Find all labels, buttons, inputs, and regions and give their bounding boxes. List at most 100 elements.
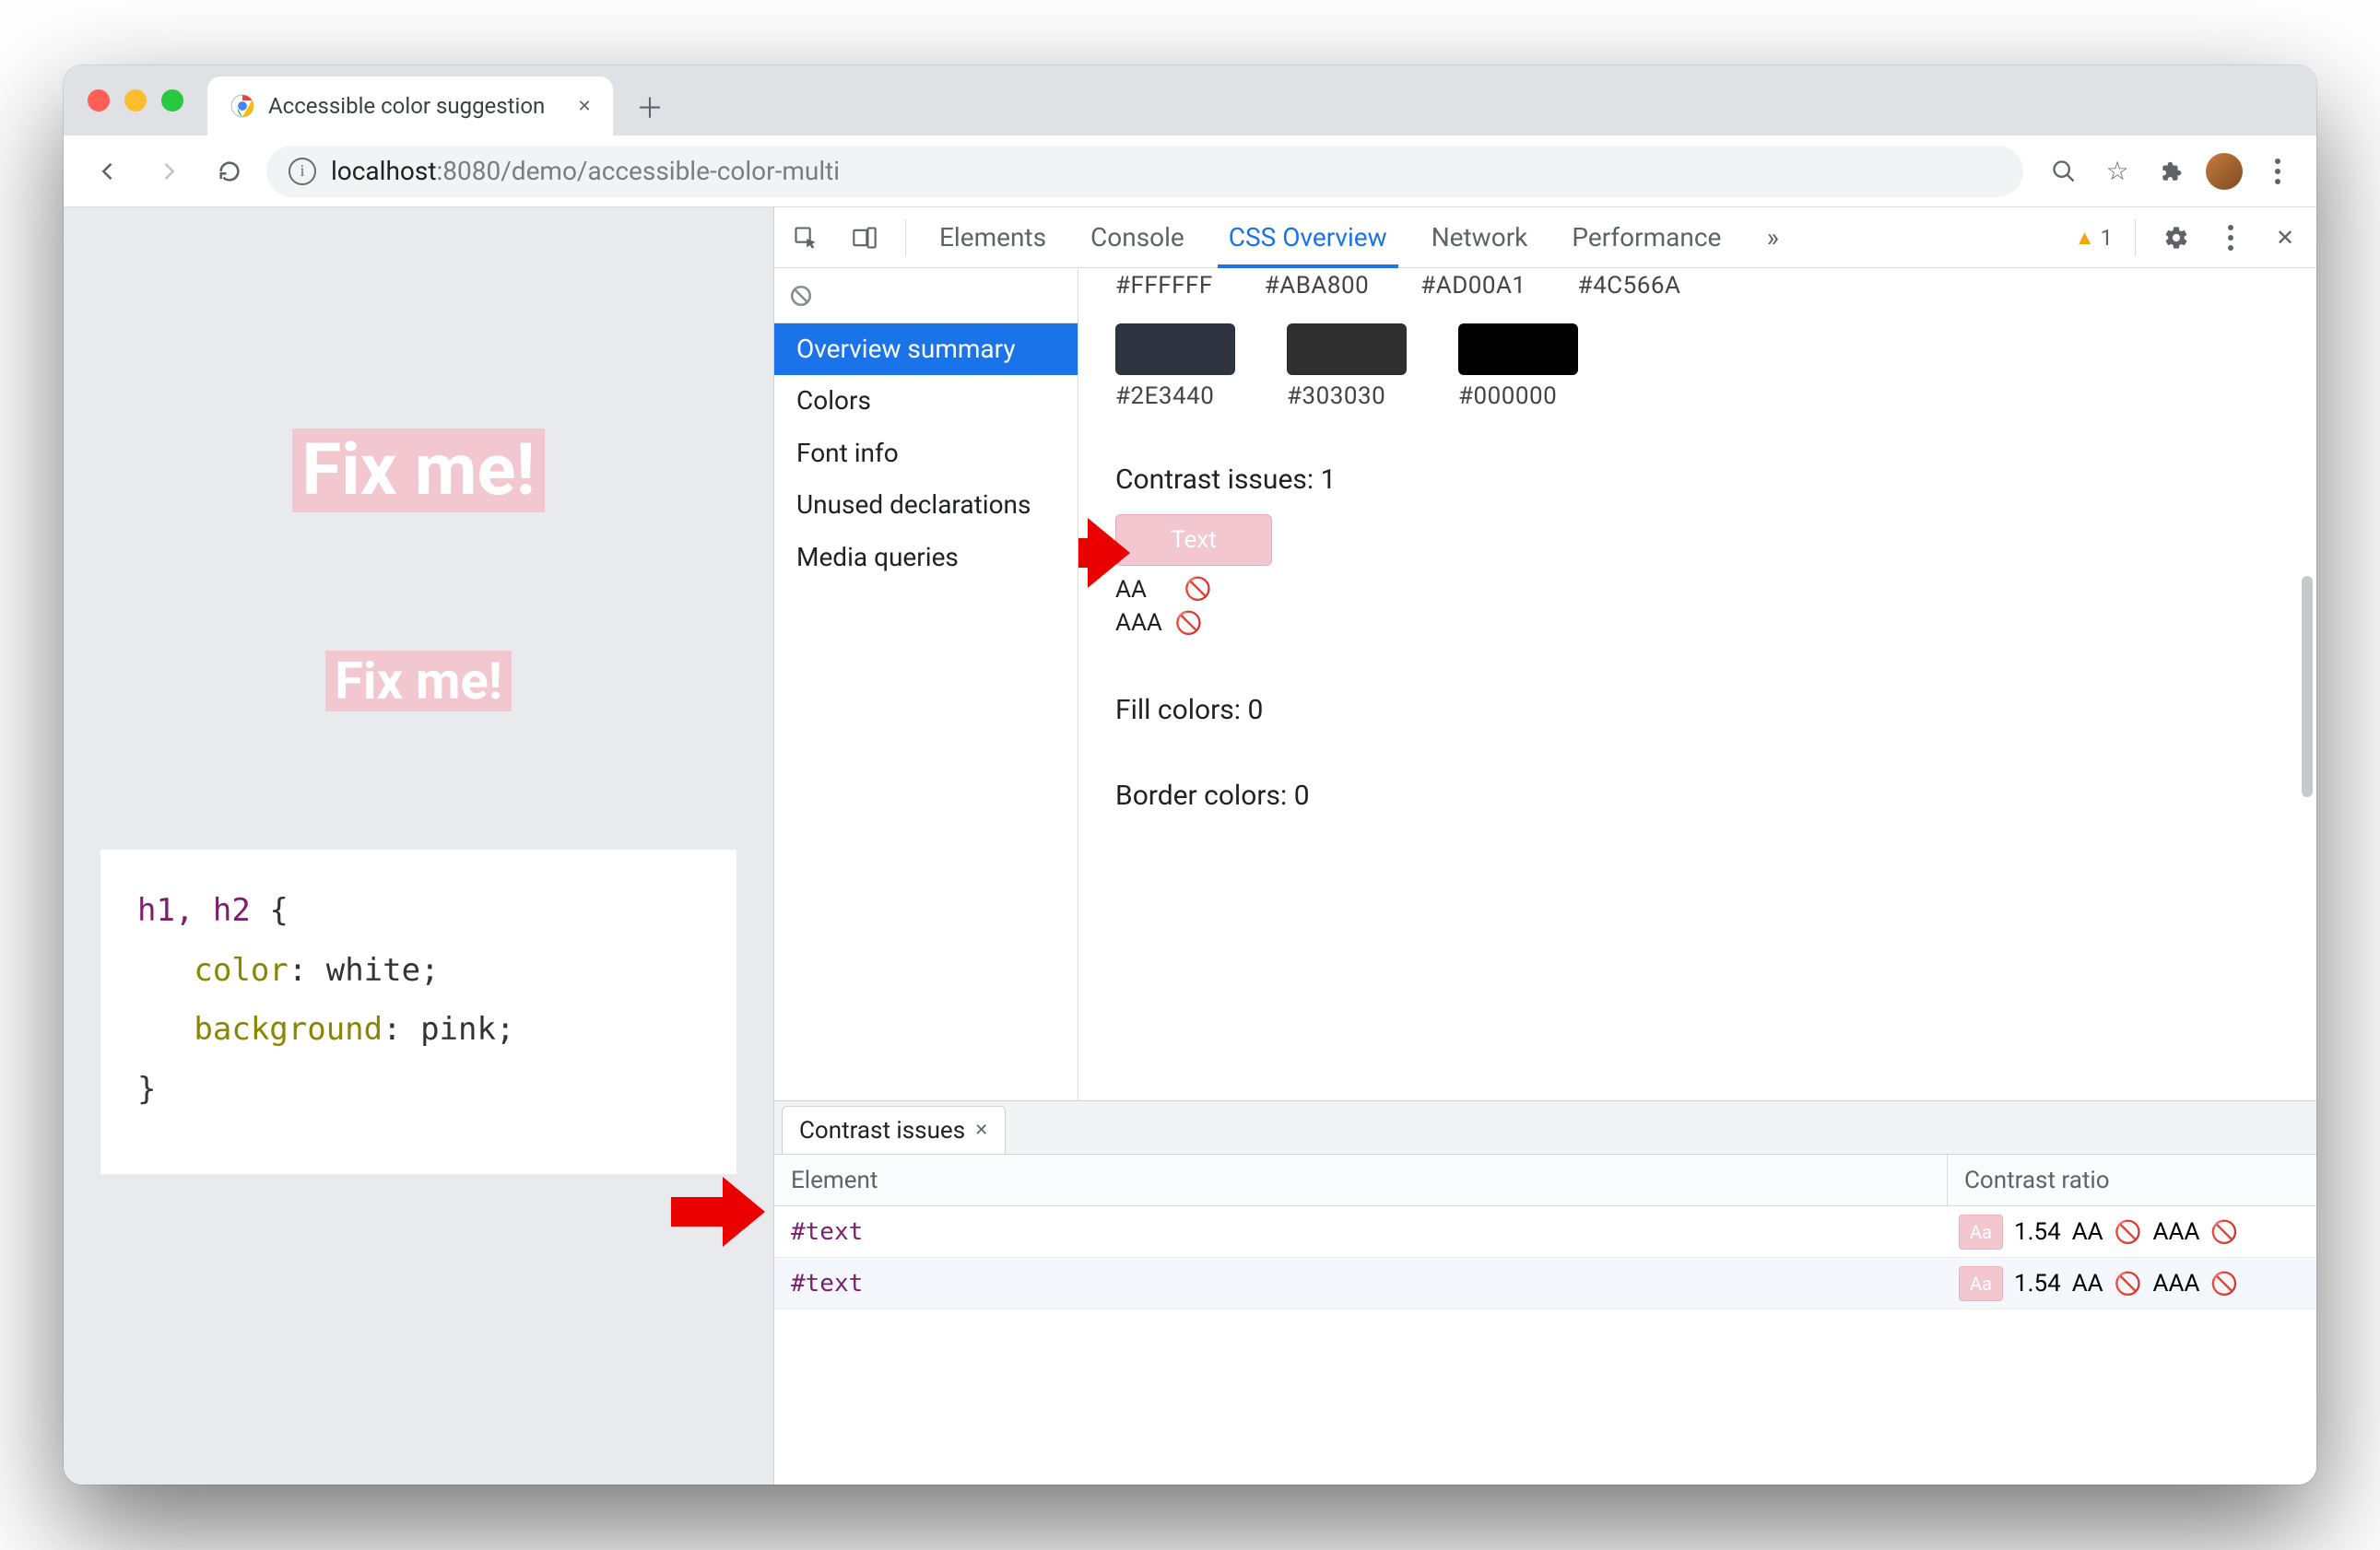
sidebar-item-label: Unused declarations (796, 489, 1031, 520)
devtools-settings-icon[interactable] (2158, 219, 2195, 256)
rendered-page: Fix me! Fix me! h1, h2 { color: white; b… (64, 207, 773, 1485)
device-toolbar-icon[interactable] (846, 219, 883, 256)
devtools-menu-button[interactable] (2217, 219, 2245, 256)
bookmark-star-icon[interactable]: ☆ (2099, 153, 2136, 190)
fail-icon: 🚫 (1175, 608, 1203, 640)
warning-triangle-icon: ▲ (2075, 226, 2095, 250)
contrast-issues-title: Contrast issues: 1 (1115, 464, 2280, 496)
issues-badge[interactable]: ▲ 1 (2075, 225, 2113, 251)
border-colors-title: Border colors: 0 (1115, 780, 2280, 812)
color-label: #000000 (1458, 382, 1578, 410)
forward-button[interactable] (145, 147, 193, 195)
address-bar[interactable]: i localhost:8080/demo/accessible-color-m… (266, 146, 2023, 197)
sidebar-item-overview-summary[interactable]: Overview summary (774, 323, 1078, 375)
color-label: #303030 (1287, 382, 1407, 410)
browser-tab[interactable]: Accessible color suggestion ✕ (207, 76, 613, 135)
reload-button[interactable] (206, 147, 253, 195)
window-titlebar: Accessible color suggestion ✕ ＋ (64, 65, 2316, 135)
ratio-value: 1.54 (2014, 1218, 2061, 1246)
toolbar-right-icons: ☆ (2045, 153, 2296, 190)
more-tabs-icon[interactable]: » (1754, 219, 1791, 256)
drawer-header-element: Element (774, 1155, 1948, 1205)
aa-label: AA (2072, 1218, 2103, 1246)
aa-label: AA (1115, 573, 1147, 606)
sidebar-item-label: Font info (796, 438, 899, 468)
color-swatch[interactable] (1287, 323, 1407, 375)
new-tab-button[interactable]: ＋ (628, 84, 672, 128)
ratio-swatch: Aa (1959, 1215, 2003, 1250)
devtools-body: Overview summary Colors Font info Unused… (774, 268, 2316, 1485)
color-swatch[interactable] (1458, 323, 1578, 375)
tabstrip: Accessible color suggestion ✕ ＋ (207, 65, 672, 135)
code-prop-background: background (194, 1011, 383, 1048)
devtools-topbar: Elements Console CSS Overview Network Pe… (774, 207, 2316, 268)
fill-colors-title: Fill colors: 0 (1115, 694, 2280, 726)
fail-icon: 🚫 (1184, 574, 1212, 605)
sidebar-item-font-info[interactable]: Font info (774, 428, 1078, 479)
ratio-value: 1.54 (2014, 1270, 2061, 1298)
browser-toolbar: i localhost:8080/demo/accessible-color-m… (64, 135, 2316, 207)
color-label: #4C566A (1578, 272, 1681, 299)
site-info-icon[interactable]: i (289, 158, 316, 185)
sidebar-item-label: Colors (796, 385, 871, 416)
contrast-issue-swatch[interactable]: Text (1115, 514, 1272, 566)
devtools-close-button[interactable]: ✕ (2267, 219, 2303, 256)
aaa-label: AAA (2153, 1218, 2200, 1246)
scrollbar-thumb[interactable] (2302, 576, 2313, 797)
color-label: #FFFFFF (1115, 272, 1213, 299)
drawer-tabbar: Contrast issues ✕ (774, 1101, 2316, 1155)
window-zoom-button[interactable] (161, 89, 183, 112)
sidebar-item-unused-declarations[interactable]: Unused declarations (774, 479, 1078, 531)
contrast-levels: AA 🚫 AAA🚫 (1115, 573, 2280, 640)
fail-icon: 🚫 (2210, 1271, 2238, 1297)
tab-close-button[interactable]: ✕ (574, 96, 595, 116)
devtools-tab-console[interactable]: Console (1079, 207, 1196, 267)
aa-label: AA (2072, 1270, 2103, 1298)
chrome-menu-button[interactable] (2259, 153, 2296, 190)
drawer-tab-contrast-issues[interactable]: Contrast issues ✕ (782, 1106, 1006, 1154)
tab-label: Console (1090, 222, 1184, 252)
page-h2: Fix me! (325, 651, 512, 711)
sidebar-item-label: Overview summary (796, 334, 1016, 364)
color-swatch[interactable] (1115, 323, 1235, 375)
code-selector: h1, h2 (137, 892, 251, 929)
color-label: #AD00A1 (1420, 272, 1526, 299)
sidebar-item-label: Media queries (796, 542, 959, 572)
table-row[interactable]: #text Aa 1.54 AA 🚫 AAA 🚫 (774, 1258, 2316, 1309)
tab-label: Performance (1572, 222, 1721, 252)
devtools-panel: Elements Console CSS Overview Network Pe… (773, 207, 2316, 1485)
url-text: localhost:8080/demo/accessible-color-mul… (331, 156, 840, 186)
zoom-icon[interactable] (2045, 153, 2082, 190)
tab-label: CSS Overview (1229, 222, 1387, 252)
devtools-tab-network[interactable]: Network (1420, 207, 1539, 267)
drawer-header: Element Contrast ratio (774, 1155, 2316, 1206)
back-button[interactable] (84, 147, 132, 195)
page-h1: Fix me! (292, 429, 544, 512)
profile-avatar[interactable] (2206, 153, 2243, 190)
code-brace-open: { (269, 892, 288, 929)
sidebar-item-colors[interactable]: Colors (774, 375, 1078, 427)
clear-overview-button[interactable] (774, 268, 1078, 323)
sidebar-item-media-queries[interactable]: Media queries (774, 532, 1078, 583)
window-close-button[interactable] (88, 89, 110, 112)
content-area: Fix me! Fix me! h1, h2 { color: white; b… (64, 207, 2316, 1485)
devtools-tab-css-overview[interactable]: CSS Overview (1218, 207, 1398, 267)
inspect-element-icon[interactable] (787, 219, 824, 256)
tab-label: Elements (939, 222, 1046, 252)
code-prop-color: color (194, 952, 288, 989)
tab-favicon (230, 93, 255, 119)
tab-label: Network (1432, 222, 1528, 252)
url-path: /demo/accessible-color-multi (501, 156, 840, 186)
aaa-label: AAA (2153, 1270, 2200, 1298)
drawer-header-ratio: Contrast ratio (1948, 1155, 2316, 1205)
extensions-icon[interactable] (2152, 153, 2189, 190)
devtools-tab-elements[interactable]: Elements (928, 207, 1057, 267)
table-row[interactable]: #text Aa 1.54 AA 🚫 AAA 🚫 (774, 1206, 2316, 1258)
fail-icon: 🚫 (2115, 1271, 2142, 1297)
url-port: :8080 (436, 156, 501, 186)
drawer-tab-close-icon[interactable]: ✕ (974, 1121, 988, 1140)
devtools-tab-performance[interactable]: Performance (1561, 207, 1732, 267)
css-overview-content: #FFFFFF #ABA800 #AD00A1 #4C566A #2E3440 (1078, 268, 2316, 1100)
window-minimize-button[interactable] (124, 89, 147, 112)
warning-count: 1 (2101, 225, 2114, 251)
